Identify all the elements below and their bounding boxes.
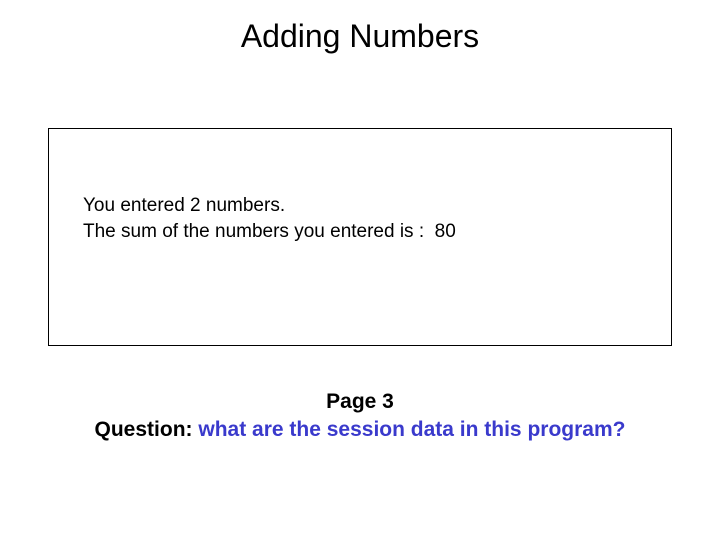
page-title: Adding Numbers: [0, 0, 720, 55]
output-content: You entered 2 numbers. The sum of the nu…: [83, 193, 456, 244]
output-line-2: The sum of the numbers you entered is : …: [83, 219, 456, 245]
output-line-1: You entered 2 numbers.: [83, 193, 456, 219]
page-number: Page 3: [0, 388, 720, 416]
footer: Page 3 Question: what are the session da…: [0, 388, 720, 445]
question-text: what are the session data in this progra…: [198, 418, 625, 441]
question-label: Question:: [95, 418, 199, 441]
question-line: Question: what are the session data in t…: [0, 416, 720, 444]
output-box: You entered 2 numbers. The sum of the nu…: [48, 128, 672, 346]
